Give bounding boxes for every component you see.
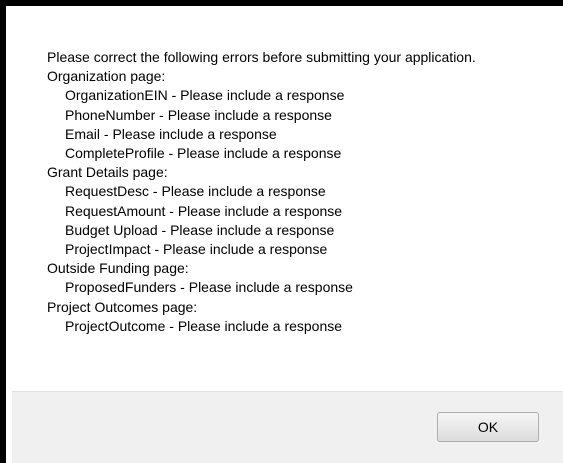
error-item: ProposedFunders - Please include a respo… [65,279,353,296]
error-item: RequestAmount - Please include a respons… [65,202,343,219]
error-dialog: Please correct the following errors befo… [0,0,563,463]
error-intro-text: Please correct the following errors befo… [47,49,476,65]
error-item: PhoneNumber - Please include a response [65,106,332,123]
error-item: OrganizationEIN - Please include a respo… [65,87,345,104]
section-heading-grant-details: Grant Details page: [47,164,168,181]
error-item: CompleteProfile - Please include a respo… [65,145,342,162]
dialog-button-bar: OK [12,391,563,463]
ok-button[interactable]: OK [437,412,539,442]
error-item: Email - Please include a response [65,125,277,142]
section-heading-project-outcomes: Project Outcomes page: [47,298,198,315]
error-item: ProjectOutcome - Please include a respon… [65,317,343,334]
error-message: Please correct the following errors befo… [47,48,563,336]
section-heading-organization: Organization page: [47,68,166,85]
section-heading-outside-funding: Outside Funding page: [47,260,189,277]
error-item: RequestDesc - Please include a response [65,183,326,200]
error-item: ProjectImpact - Please include a respons… [65,241,328,258]
error-item: Budget Upload - Please include a respons… [65,221,335,238]
